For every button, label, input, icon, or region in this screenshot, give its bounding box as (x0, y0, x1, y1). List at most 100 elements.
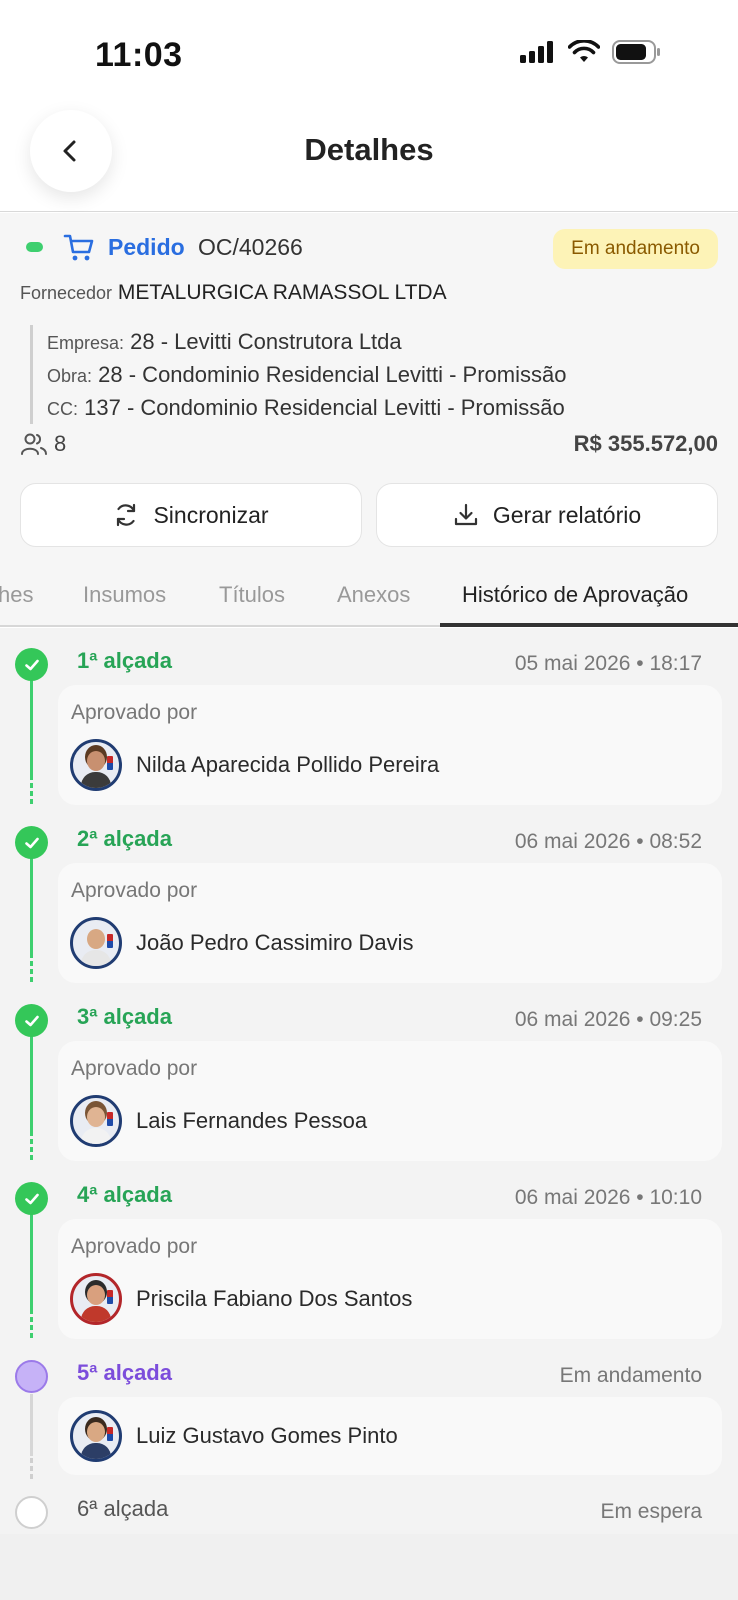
approver: Nilda Aparecida Pollido Pereira (70, 739, 439, 791)
navigation-header: Detalhes (0, 100, 738, 212)
sync-button-label: Sincronizar (153, 501, 269, 528)
tab-titulos[interactable]: Títulos (219, 582, 285, 608)
level-title: 3ª alçada (77, 1004, 172, 1029)
level-title: 2ª alçada (77, 826, 172, 851)
empresa-value: 28 - Levitti Construtora Ltda (130, 329, 402, 354)
approver: João Pedro Cassimiro Davis (70, 917, 414, 969)
approval-level: 4ª alçada 06 mai 2026 • 10:10 Aprovado p… (0, 1182, 738, 1357)
obra-label: Obra: (47, 366, 93, 386)
refresh-icon (117, 503, 136, 527)
level-status: Em espera (600, 1500, 702, 1523)
timeline-line (30, 1024, 33, 1136)
approved-by-label: Aprovado por (71, 1057, 198, 1080)
level-date: 06 mai 2026 • 08:52 (514, 830, 702, 853)
approval-level: 1ª alçada 05 mai 2026 • 18:17 Aprovado p… (0, 648, 738, 823)
sync-button[interactable]: Sincronizar (20, 483, 362, 547)
approval-card[interactable]: Aprovado por Nilda Aparecida Pollido Per… (58, 685, 722, 805)
timeline-line (30, 1202, 33, 1314)
status-badge: Em andamento (553, 229, 718, 269)
approvers-count: 8 (20, 431, 66, 457)
approver-name: Nilda Aparecida Pollido Pereira (136, 752, 440, 777)
order-summary: Pedido OC/40266 Em andamento Fornecedor … (0, 213, 738, 627)
level-title: 5ª alçada (77, 1360, 172, 1385)
order-number: OC/40266 (198, 234, 303, 260)
in-progress-icon (15, 1360, 48, 1393)
level-title: 4ª alçada (77, 1182, 172, 1207)
obra-value: 28 - Condominio Residencial Levitti - Pr… (98, 362, 567, 387)
timeline-line (30, 846, 33, 958)
order-type: Pedido (108, 234, 185, 260)
tab-bar: hes Insumos Títulos Anexos Histórico de … (0, 572, 738, 627)
page-title: Detalhes (304, 132, 434, 167)
status-bar: 11:03 (0, 0, 738, 100)
approval-card[interactable]: Aprovado por Lais Fernandes Pessoa (58, 1041, 722, 1161)
bottom-safe-area (0, 1534, 738, 1600)
approver: Priscila Fabiano Dos Santos (70, 1273, 412, 1325)
tab-detalhes[interactable]: hes (0, 582, 33, 608)
approved-by-label: Aprovado por (71, 701, 198, 724)
avatar (70, 1273, 122, 1325)
timeline-line (30, 668, 33, 780)
approver-name: Lais Fernandes Pessoa (136, 1108, 368, 1133)
shopping-cart-icon (63, 234, 94, 261)
battery-icon (612, 40, 660, 64)
approver-name: Priscila Fabiano Dos Santos (136, 1286, 413, 1311)
approval-card[interactable]: Aprovado por João Pedro Cassimiro Davis (58, 863, 722, 983)
approved-by-label: Aprovado por (71, 879, 198, 902)
level-title: 1ª alçada (77, 648, 172, 673)
level-status: Em andamento (559, 1364, 702, 1387)
level-date: 06 mai 2026 • 10:10 (514, 1186, 702, 1209)
obra-row: Obra: 28 - Condominio Residencial Levitt… (47, 358, 566, 391)
avatar (70, 1095, 122, 1147)
level-date: 06 mai 2026 • 09:25 (514, 1008, 702, 1031)
supplier-name: METALURGICA RAMASSOL LTDA (117, 281, 447, 304)
approved-check-icon (15, 826, 48, 859)
timeline-dots (30, 783, 33, 805)
order-amount: R$ 355.572,00 (573, 431, 718, 456)
supplier-row: Fornecedor METALURGICA RAMASSOL LTDA (20, 281, 447, 305)
approval-level: 2ª alçada 06 mai 2026 • 08:52 Aprovado p… (0, 826, 738, 1001)
tab-insumos[interactable]: Insumos (83, 582, 166, 608)
approvers-count-value: 8 (54, 431, 67, 456)
order-details: Empresa: 28 - Levitti Construtora Ltda O… (30, 325, 566, 424)
approved-check-icon (15, 648, 48, 681)
cc-label: CC: (47, 399, 78, 419)
approver: Luiz Gustavo Gomes Pinto (70, 1410, 398, 1462)
timeline-dots (30, 1458, 33, 1480)
timeline-line (30, 1394, 33, 1456)
avatar (70, 1410, 122, 1462)
approved-check-icon (15, 1182, 48, 1215)
cc-value: 137 - Condominio Residencial Levitti - P… (84, 395, 565, 420)
approval-history: 1ª alçada 05 mai 2026 • 18:17 Aprovado p… (0, 628, 738, 1534)
timeline-dots (30, 1139, 33, 1161)
download-icon (454, 503, 477, 526)
empresa-row: Empresa: 28 - Levitti Construtora Ltda (47, 325, 566, 358)
approval-card[interactable]: Luiz Gustavo Gomes Pinto (58, 1397, 722, 1475)
waiting-circle-icon (15, 1496, 48, 1529)
approval-card[interactable]: Aprovado por Priscila Fabiano Dos Santos (58, 1219, 722, 1339)
approver-name: Luiz Gustavo Gomes Pinto (136, 1423, 398, 1448)
generate-report-button[interactable]: Gerar relatório (376, 483, 718, 547)
approved-by-label: Aprovado por (71, 1235, 198, 1258)
cc-row: CC: 137 - Condominio Residencial Levitti… (47, 391, 566, 424)
approval-level: 5ª alçada Em andamento Luiz Gustavo Gome… (0, 1360, 738, 1495)
timeline-dots (30, 961, 33, 983)
approval-level: 3ª alçada 06 mai 2026 • 09:25 Aprovado p… (0, 1004, 738, 1179)
generate-report-label: Gerar relatório (492, 501, 642, 528)
avatar (70, 739, 122, 791)
approval-level: 6ª alçada Em espera (0, 1496, 738, 1534)
approver: Lais Fernandes Pessoa (70, 1095, 367, 1147)
level-date: 05 mai 2026 • 18:17 (514, 652, 702, 675)
status-dot (26, 242, 43, 252)
wifi-icon (568, 40, 600, 62)
status-time: 11:03 (95, 36, 183, 74)
users-icon (21, 433, 47, 455)
empresa-label: Empresa: (47, 333, 125, 353)
active-tab-indicator (440, 623, 738, 627)
level-title: 6ª alçada (77, 1496, 169, 1521)
tab-historico-aprovacao[interactable]: Histórico de Aprovação (462, 582, 688, 608)
timeline-dots (30, 1317, 33, 1339)
status-icons (520, 40, 662, 64)
avatar (70, 917, 122, 969)
tab-anexos[interactable]: Anexos (337, 582, 410, 608)
